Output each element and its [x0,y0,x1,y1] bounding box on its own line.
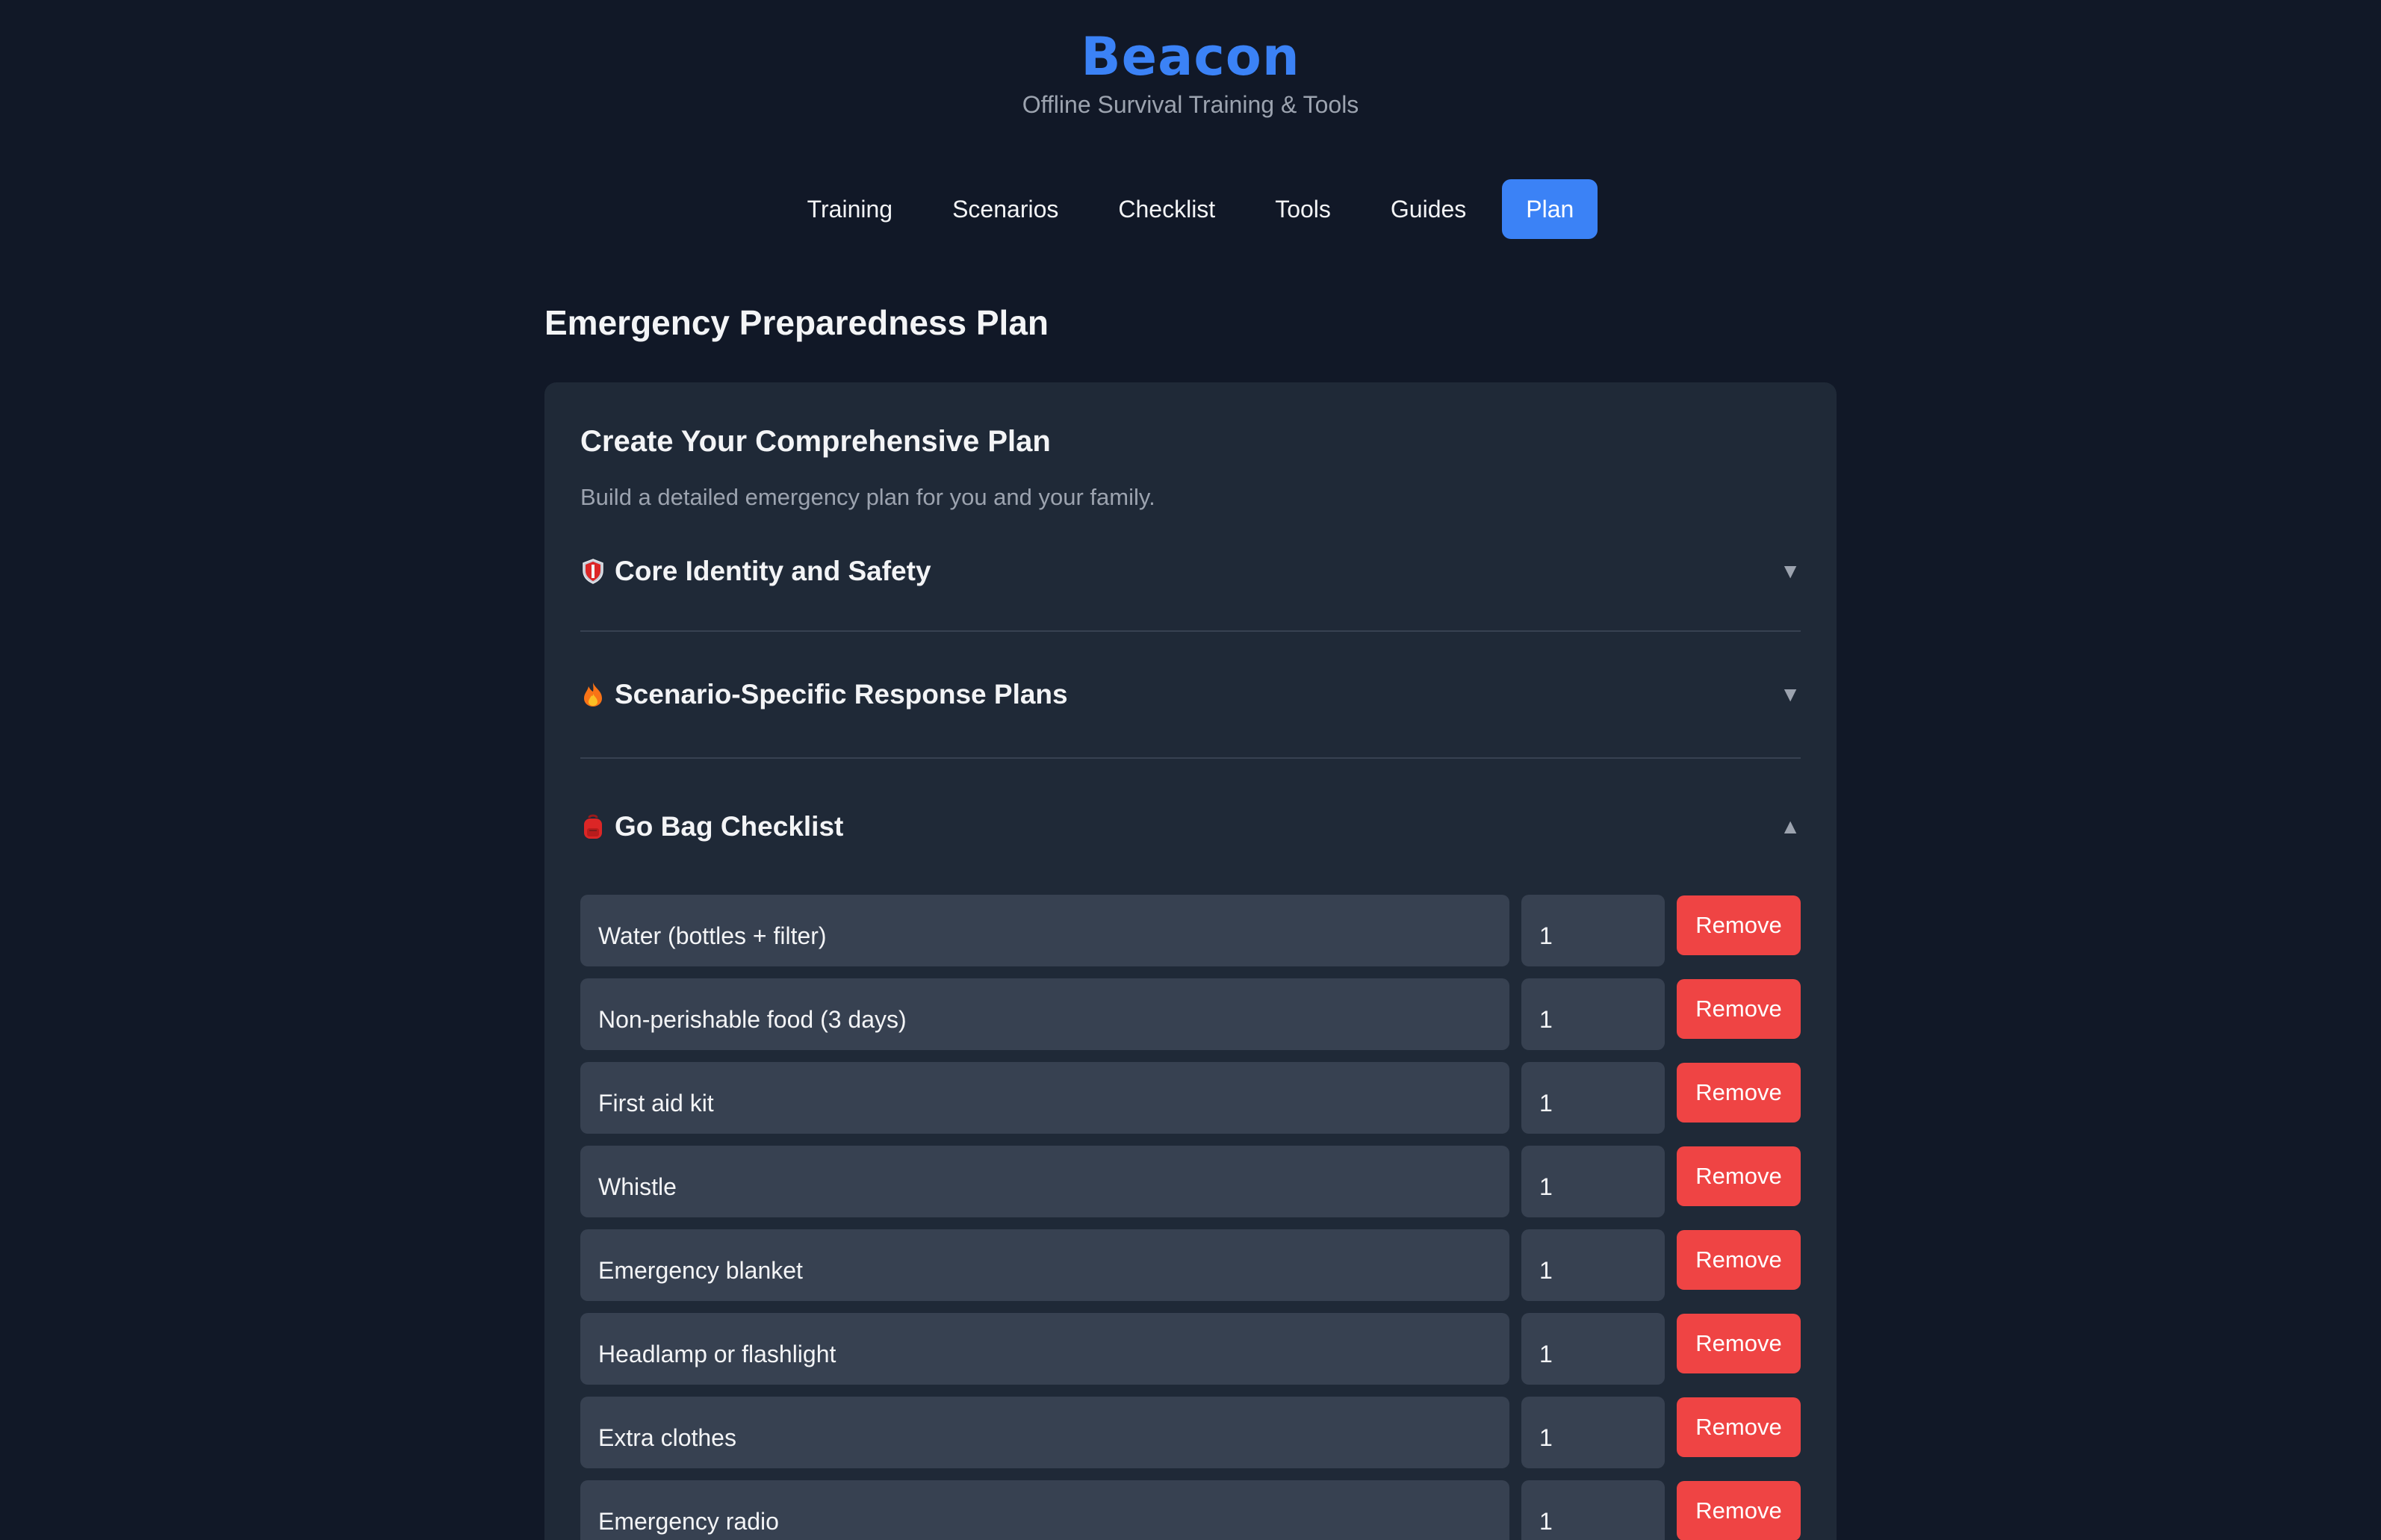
list-item: Water (bottles + filter) 1 Remove [580,895,1801,966]
list-item: Extra clothes 1 Remove [580,1397,1801,1468]
list-item: Headlamp or flashlight 1 Remove [580,1313,1801,1385]
main-content: Emergency Preparedness Plan Create Your … [544,302,1837,1540]
card-description: Build a detailed emergency plan for you … [580,484,1155,510]
tab-guides[interactable]: Guides [1367,179,1490,239]
plan-card: Create Your Comprehensive Plan Build a d… [544,382,1837,1540]
remove-button[interactable]: Remove [1677,1481,1801,1540]
item-quantity-field[interactable]: 1 [1521,1313,1665,1385]
item-quantity-field[interactable]: 1 [1521,1146,1665,1217]
tab-training[interactable]: Training [783,179,916,239]
app-header: Beacon Offline Survival Training & Tools [0,0,2381,119]
item-name-field[interactable]: Whistle [580,1146,1509,1217]
tab-tools[interactable]: Tools [1251,179,1355,239]
remove-button[interactable]: Remove [1677,1146,1801,1206]
section-scenario-plans[interactable]: Scenario-Specific Response Plans ▼ [580,632,1801,759]
item-quantity-field[interactable]: 1 [1521,895,1665,966]
backpack-icon [584,814,602,839]
section-title: Scenario-Specific Response Plans [615,679,1068,710]
list-item: Whistle 1 Remove [580,1146,1801,1217]
tab-plan[interactable]: Plan [1502,179,1598,239]
chevron-down-icon: ▼ [1780,683,1801,706]
list-item: First aid kit 1 Remove [580,1062,1801,1134]
shield-icon [583,559,603,584]
chevron-down-icon: ▼ [1780,559,1801,583]
item-name-field[interactable]: Non-perishable food (3 days) [580,978,1509,1050]
item-name-field[interactable]: Emergency blanket [580,1229,1509,1301]
remove-button[interactable]: Remove [1677,1314,1801,1373]
fire-icon [584,683,602,707]
app-subtitle: Offline Survival Training & Tools [1022,91,1359,118]
tab-checklist[interactable]: Checklist [1094,179,1239,239]
app-title: Beacon [1081,26,1300,87]
item-quantity-field[interactable]: 1 [1521,1062,1665,1134]
list-item: Emergency blanket 1 Remove [580,1229,1801,1301]
remove-button[interactable]: Remove [1677,979,1801,1039]
section-core-identity[interactable]: Core Identity and Safety ▼ [580,512,1801,632]
section-title: Core Identity and Safety [615,556,931,586]
item-name-field[interactable]: Emergency radio [580,1480,1509,1540]
item-quantity-field[interactable]: 1 [1521,1229,1665,1301]
item-name-field[interactable]: Water (bottles + filter) [580,895,1509,966]
main-nav: Training Scenarios Checklist Tools Guide… [0,179,2381,239]
remove-button[interactable]: Remove [1677,895,1801,955]
list-item: Emergency radio 1 Remove [580,1480,1801,1540]
remove-button[interactable]: Remove [1677,1397,1801,1457]
go-bag-list: Water (bottles + filter) 1 Remove Non-pe… [580,895,1801,1540]
chevron-up-icon: ▲ [1780,815,1801,838]
item-quantity-field[interactable]: 1 [1521,1397,1665,1468]
list-item: Non-perishable food (3 days) 1 Remove [580,978,1801,1050]
item-name-field[interactable]: Extra clothes [580,1397,1509,1468]
item-quantity-field[interactable]: 1 [1521,978,1665,1050]
page-title: Emergency Preparedness Plan [544,303,1049,342]
section-go-bag[interactable]: Go Bag Checklist ▲ [580,759,1801,895]
item-name-field[interactable]: First aid kit [580,1062,1509,1134]
tab-scenarios[interactable]: Scenarios [928,179,1082,239]
item-name-field[interactable]: Headlamp or flashlight [580,1313,1509,1385]
remove-button[interactable]: Remove [1677,1063,1801,1123]
card-title: Create Your Comprehensive Plan [580,425,1051,458]
section-title: Go Bag Checklist [615,811,844,842]
item-quantity-field[interactable]: 1 [1521,1480,1665,1540]
remove-button[interactable]: Remove [1677,1230,1801,1290]
